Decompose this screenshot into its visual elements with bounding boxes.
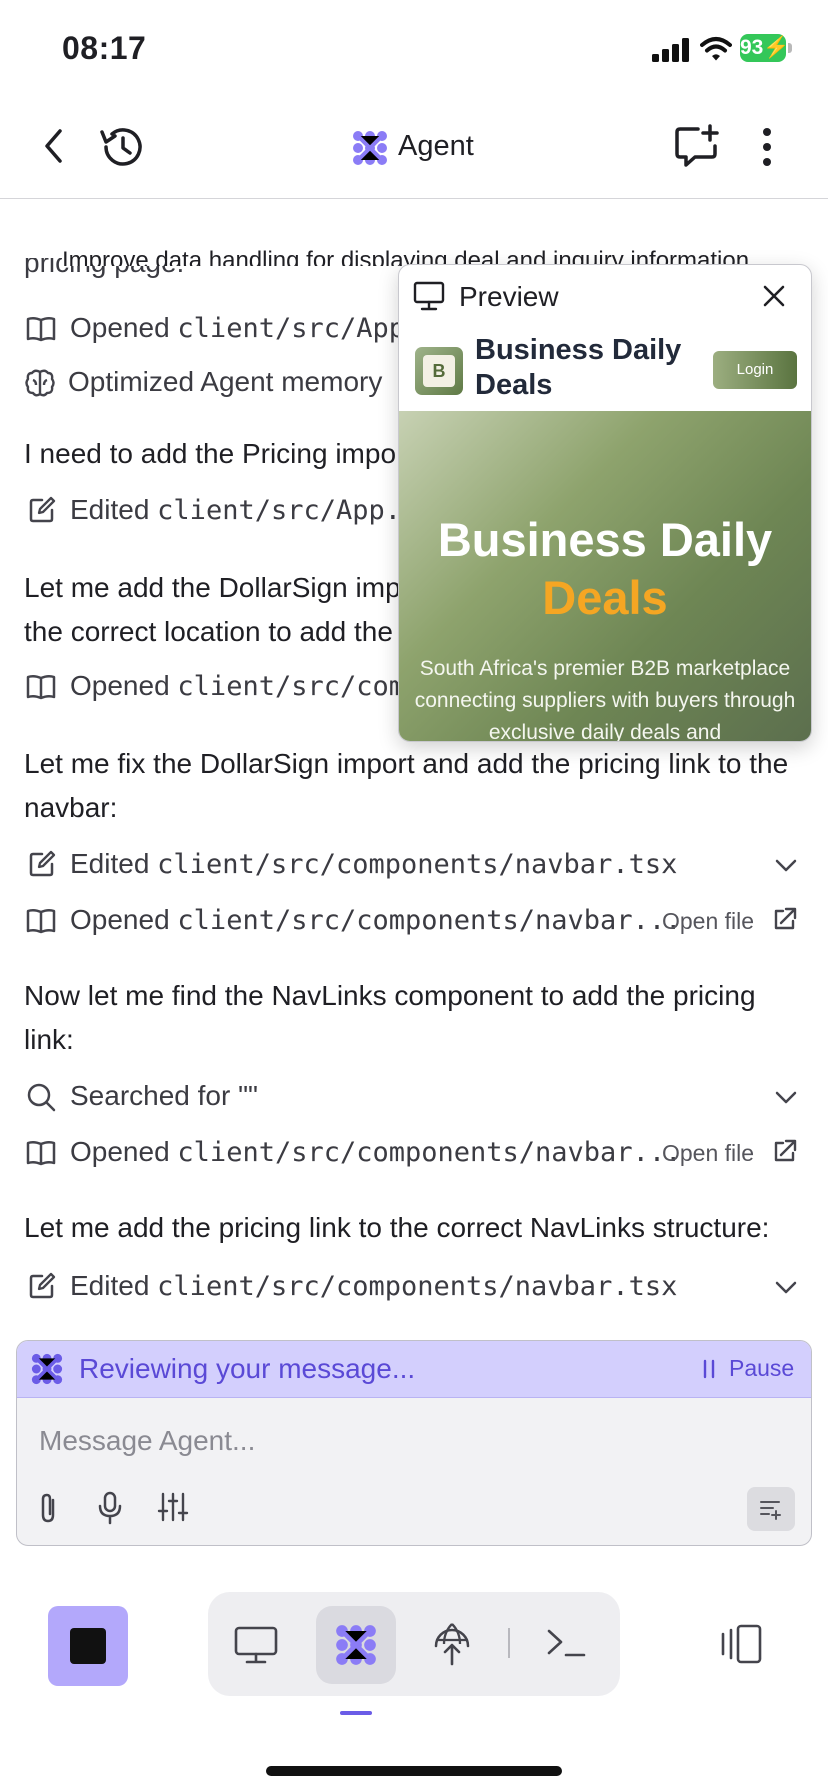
back-chevron-icon[interactable] xyxy=(42,128,66,164)
row-file: client/src/components/navbar.tsx xyxy=(157,849,678,880)
history-icon[interactable] xyxy=(98,124,146,170)
row-file: client/src/App.t xyxy=(157,495,418,526)
edit-icon xyxy=(29,496,56,523)
activity-row-searched[interactable]: Searched for "" xyxy=(70,1080,258,1112)
layout-switch-icon[interactable] xyxy=(716,1622,764,1666)
search-icon xyxy=(27,1083,56,1112)
activity-row-memory[interactable]: Optimized Agent memory xyxy=(68,366,382,398)
reviewing-text: Reviewing your message... xyxy=(79,1353,416,1384)
login-button[interactable]: Login xyxy=(713,351,797,389)
battery-tip xyxy=(788,43,792,53)
row-prefix: Opened xyxy=(70,670,178,701)
row-file: client/src/components/navbar.tsx xyxy=(157,1271,678,1302)
prompt-options-button[interactable] xyxy=(747,1487,795,1531)
book-icon xyxy=(26,674,56,700)
row-prefix: Optimized Agent memory xyxy=(68,366,383,397)
hero-title: Business Daily Deals xyxy=(399,511,811,627)
book-icon xyxy=(26,908,56,934)
deploy-globe-icon[interactable] xyxy=(432,1620,472,1666)
chevron-down-icon[interactable] xyxy=(774,1276,798,1300)
activity-row-edited[interactable]: Edited client/src/components/navbar.tsx xyxy=(70,1270,677,1302)
external-link-icon[interactable] xyxy=(772,1138,798,1164)
chevron-down-icon[interactable] xyxy=(774,1086,798,1110)
microphone-icon[interactable] xyxy=(97,1491,123,1525)
agent-message: I need to add the Pricing impo xyxy=(24,438,397,469)
agent-logo-icon xyxy=(336,1625,376,1665)
book-icon xyxy=(26,1140,56,1166)
site-logo-letter: B xyxy=(423,355,455,387)
pause-button[interactable]: Pause xyxy=(729,1355,794,1382)
more-options-icon[interactable] xyxy=(760,126,774,168)
row-prefix: Edited xyxy=(70,848,158,879)
agent-message: Let me add the pricing link to the corre… xyxy=(24,1212,770,1243)
new-chat-icon[interactable] xyxy=(674,124,720,168)
home-indicator[interactable] xyxy=(266,1766,562,1776)
task-summary-text: Improve data handling for displaying dea… xyxy=(62,246,750,266)
edit-icon xyxy=(29,1272,56,1299)
external-link-icon[interactable] xyxy=(772,906,798,932)
pause-icon[interactable] xyxy=(701,1357,717,1381)
row-file: client/src/comp xyxy=(177,671,422,702)
bottom-tab-group xyxy=(208,1592,620,1696)
close-icon[interactable] xyxy=(763,285,785,307)
status-time: 08:17 xyxy=(62,30,147,66)
tab-divider xyxy=(508,1628,510,1658)
list-add-icon xyxy=(760,1501,781,1520)
row-file: client/src/components/navbar... xyxy=(177,1137,682,1168)
activity-row-edited[interactable]: Edited client/src/App.t xyxy=(70,494,417,526)
activity-row-opened[interactable]: Opened client/src/comp xyxy=(70,670,421,702)
preview-title: Preview xyxy=(459,281,559,312)
page-title: Agent xyxy=(398,130,474,162)
row-prefix: Edited xyxy=(70,1270,158,1301)
row-prefix: Edited xyxy=(70,494,158,525)
row-prefix: Opened xyxy=(70,1136,178,1167)
site-name[interactable]: Business Daily Deals xyxy=(475,333,705,403)
activity-row-opened[interactable]: Opened client/src/App xyxy=(70,312,405,344)
stop-icon xyxy=(70,1628,106,1664)
bolt-icon: ⚡ xyxy=(763,36,790,59)
settings-sliders-icon[interactable] xyxy=(157,1491,189,1523)
edit-icon xyxy=(29,850,56,877)
hero-section: Business Daily Deals South Africa's prem… xyxy=(399,411,811,741)
activity-row-opened[interactable]: Opened client/src/components/navbar... xyxy=(70,904,681,936)
book-icon xyxy=(26,316,56,342)
open-file-link[interactable]: Open file xyxy=(662,908,754,935)
agent-message: Let me fix the DollarSign import and add… xyxy=(24,748,789,823)
activity-row-edited[interactable]: Edited client/src/components/navbar.tsx xyxy=(70,848,677,880)
wifi-icon xyxy=(700,37,732,61)
stop-button[interactable] xyxy=(48,1606,128,1686)
message-input[interactable]: Message Agent... xyxy=(39,1425,255,1457)
reviewing-status-bar: Reviewing your message... Pause xyxy=(17,1341,811,1398)
open-file-link[interactable]: Open file xyxy=(662,1140,754,1167)
brain-icon xyxy=(25,369,55,397)
activity-row-opened[interactable]: Opened client/src/components/navbar... xyxy=(70,1136,681,1168)
agent-message: Let me add the DollarSign imp the correct… xyxy=(24,572,401,647)
hero-subtitle: South Africa's premier B2B marketplace c… xyxy=(414,657,796,742)
agent-message: Now let me find the NavLinks component t… xyxy=(24,980,756,1055)
agent-logo-icon xyxy=(353,131,387,165)
paperclip-icon[interactable] xyxy=(35,1491,61,1525)
monitor-icon xyxy=(413,281,445,311)
hero-highlight: Deals xyxy=(542,571,668,624)
battery-indicator: 93⚡ xyxy=(740,34,790,62)
row-prefix: Opened xyxy=(70,312,178,343)
preview-window[interactable]: Preview B Business Daily Deals Login Bus… xyxy=(398,264,812,742)
chevron-down-icon[interactable] xyxy=(774,854,798,878)
tab-agent[interactable] xyxy=(316,1606,396,1684)
site-logo: B xyxy=(415,347,463,395)
monitor-icon[interactable] xyxy=(234,1626,278,1664)
active-tab-indicator xyxy=(340,1711,372,1715)
row-file: client/src/App xyxy=(177,313,405,344)
row-file: client/src/components/navbar... xyxy=(177,905,682,936)
terminal-icon[interactable] xyxy=(546,1628,586,1658)
message-composer: Reviewing your message... Pause Message … xyxy=(16,1340,812,1546)
agent-logo-icon xyxy=(31,1353,63,1385)
header-divider xyxy=(0,198,828,199)
signal-icon xyxy=(652,38,689,62)
row-prefix: Opened xyxy=(70,904,178,935)
